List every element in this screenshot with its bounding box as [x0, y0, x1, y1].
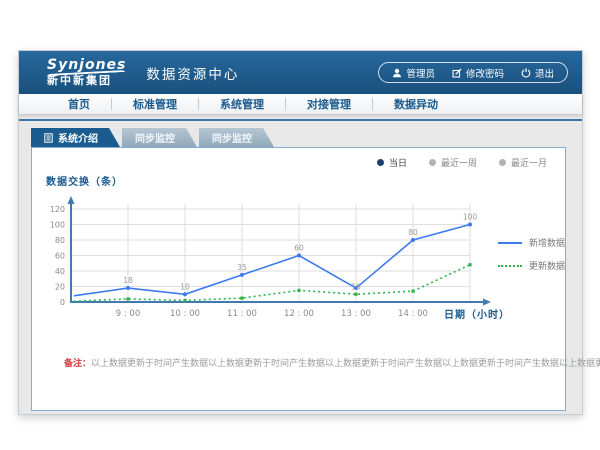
x-axis-title: 日期（小时） [444, 306, 510, 321]
legend-line-solid-icon [498, 242, 522, 244]
tab-sync-monitor-2[interactable]: 同步监控 [199, 128, 274, 147]
footnote-label: 备注： [64, 359, 91, 369]
radio-last-week[interactable]: 最近一周 [429, 156, 477, 169]
data-point [297, 254, 301, 258]
tab-label: 同步监控 [135, 130, 175, 145]
chart-legend: 新增数据 更新数据 [498, 236, 565, 272]
user-toolbar: 管理员 修改密码 退出 [378, 62, 568, 83]
y-tick-label: 60 [55, 252, 65, 261]
line-chart: 0 20 40 60 80 100 120 9 : 00 10 : 00 11 : 00 12 : … [46, 194, 582, 334]
radio-selected-icon [377, 159, 384, 166]
y-tick-label: 20 [55, 283, 65, 292]
x-tick-label: 11 : 00 [227, 309, 257, 319]
time-range-options: 当日 最近一周 最近一月 [377, 156, 547, 169]
main-nav: 首页 标准管理 系统管理 对接管理 数据异动 [19, 94, 582, 114]
radio-unselected-icon [499, 159, 506, 166]
data-point-label: 10 [180, 282, 190, 291]
power-icon [521, 68, 531, 78]
app-header: Synjones 新中新集团 数据资源中心 管理员 修改密码 [19, 51, 582, 94]
y-tick-label: 0 [60, 298, 65, 307]
legend-updated-data[interactable]: 更新数据 [498, 259, 565, 272]
y-tick-label: 120 [50, 205, 65, 214]
x-tick-label: 14 : 00 [398, 309, 428, 319]
data-point-label: 80 [408, 228, 418, 237]
company-logo: Synjones 新中新集团 [47, 58, 126, 86]
data-point-label: 60 [294, 244, 304, 253]
data-point [126, 286, 130, 290]
logout-label: 退出 [535, 66, 554, 80]
edit-icon [452, 68, 462, 78]
x-axis-arrow [483, 299, 491, 306]
nav-item-system-mgmt[interactable]: 系统管理 [199, 96, 285, 112]
data-point [183, 292, 187, 296]
tab-bar: 系统介绍 同步监控 同步监控 [31, 128, 582, 147]
y-tick-label: 40 [55, 267, 65, 276]
document-icon [44, 133, 53, 143]
chart-panel: 当日 最近一周 最近一月 数据交换（条） 0 20 40 60 80 100 120 9 : … [31, 147, 566, 411]
x-tick-label: 10 : 00 [170, 309, 200, 319]
nav-item-data-change[interactable]: 数据异动 [373, 96, 459, 112]
data-point [240, 273, 244, 277]
data-point [411, 238, 415, 242]
logout-button[interactable]: 退出 [521, 66, 554, 80]
series-line-1 [74, 265, 470, 301]
user-icon [392, 68, 402, 78]
y-tick-label: 100 [50, 221, 65, 230]
radio-last-month[interactable]: 最近一月 [499, 156, 547, 169]
footnote: 备注：以上数据更新于时间产生数据以上数据更新于时间产生数据以上数据更新于时间产生… [64, 356, 600, 369]
radio-today[interactable]: 当日 [377, 156, 407, 169]
change-password-label: 修改密码 [466, 66, 504, 80]
data-point [468, 223, 472, 227]
x-tick-label: 13 : 00 [341, 309, 371, 319]
data-point-label: 10 [351, 282, 361, 291]
data-point-label: 18 [123, 276, 133, 285]
legend-label: 更新数据 [529, 259, 565, 272]
tab-sync-monitor-1[interactable]: 同步监控 [122, 128, 197, 147]
legend-new-data[interactable]: 新增数据 [498, 236, 565, 249]
radio-label: 最近一月 [511, 156, 547, 169]
page-title: 数据资源中心 [146, 63, 239, 83]
legend-label: 新增数据 [529, 236, 565, 249]
nav-item-interface-mgmt[interactable]: 对接管理 [286, 96, 372, 112]
radio-label: 当日 [389, 156, 407, 169]
app-window: Synjones 新中新集团 数据资源中心 管理员 修改密码 [18, 50, 583, 415]
nav-item-home[interactable]: 首页 [47, 96, 111, 112]
data-point [468, 263, 471, 266]
data-point [297, 289, 300, 292]
radio-unselected-icon [429, 159, 436, 166]
data-point [240, 297, 243, 300]
data-point [183, 299, 186, 302]
data-point-label: 35 [237, 263, 247, 272]
footnote-text: 以上数据更新于时间产生数据以上数据更新于时间产生数据以上数据更新于时间产生数据以… [91, 359, 600, 369]
x-tick-label: 12 : 00 [284, 309, 314, 319]
current-user-button[interactable]: 管理员 [392, 66, 435, 80]
tab-label: 系统介绍 [58, 130, 98, 145]
radio-label: 最近一周 [441, 156, 477, 169]
current-user-label: 管理员 [406, 66, 435, 80]
data-point-label: 100 [463, 213, 478, 222]
tab-label: 同步监控 [212, 130, 252, 145]
tab-system-intro[interactable]: 系统介绍 [31, 128, 120, 147]
nav-item-standard-mgmt[interactable]: 标准管理 [112, 96, 198, 112]
legend-line-dotted-icon [498, 265, 522, 267]
y-tick-label: 80 [55, 236, 65, 245]
y-axis-title: 数据交换（条） [46, 173, 123, 188]
y-axis-arrow [68, 196, 75, 204]
change-password-button[interactable]: 修改密码 [452, 66, 504, 80]
x-tick-label: 9 : 00 [116, 309, 141, 319]
logo-subtext: 新中新集团 [47, 75, 126, 87]
content-area: 系统介绍 同步监控 同步监控 当日 最近一周 [19, 121, 582, 411]
data-point [354, 293, 357, 296]
data-point [126, 297, 129, 300]
data-point [411, 290, 414, 293]
